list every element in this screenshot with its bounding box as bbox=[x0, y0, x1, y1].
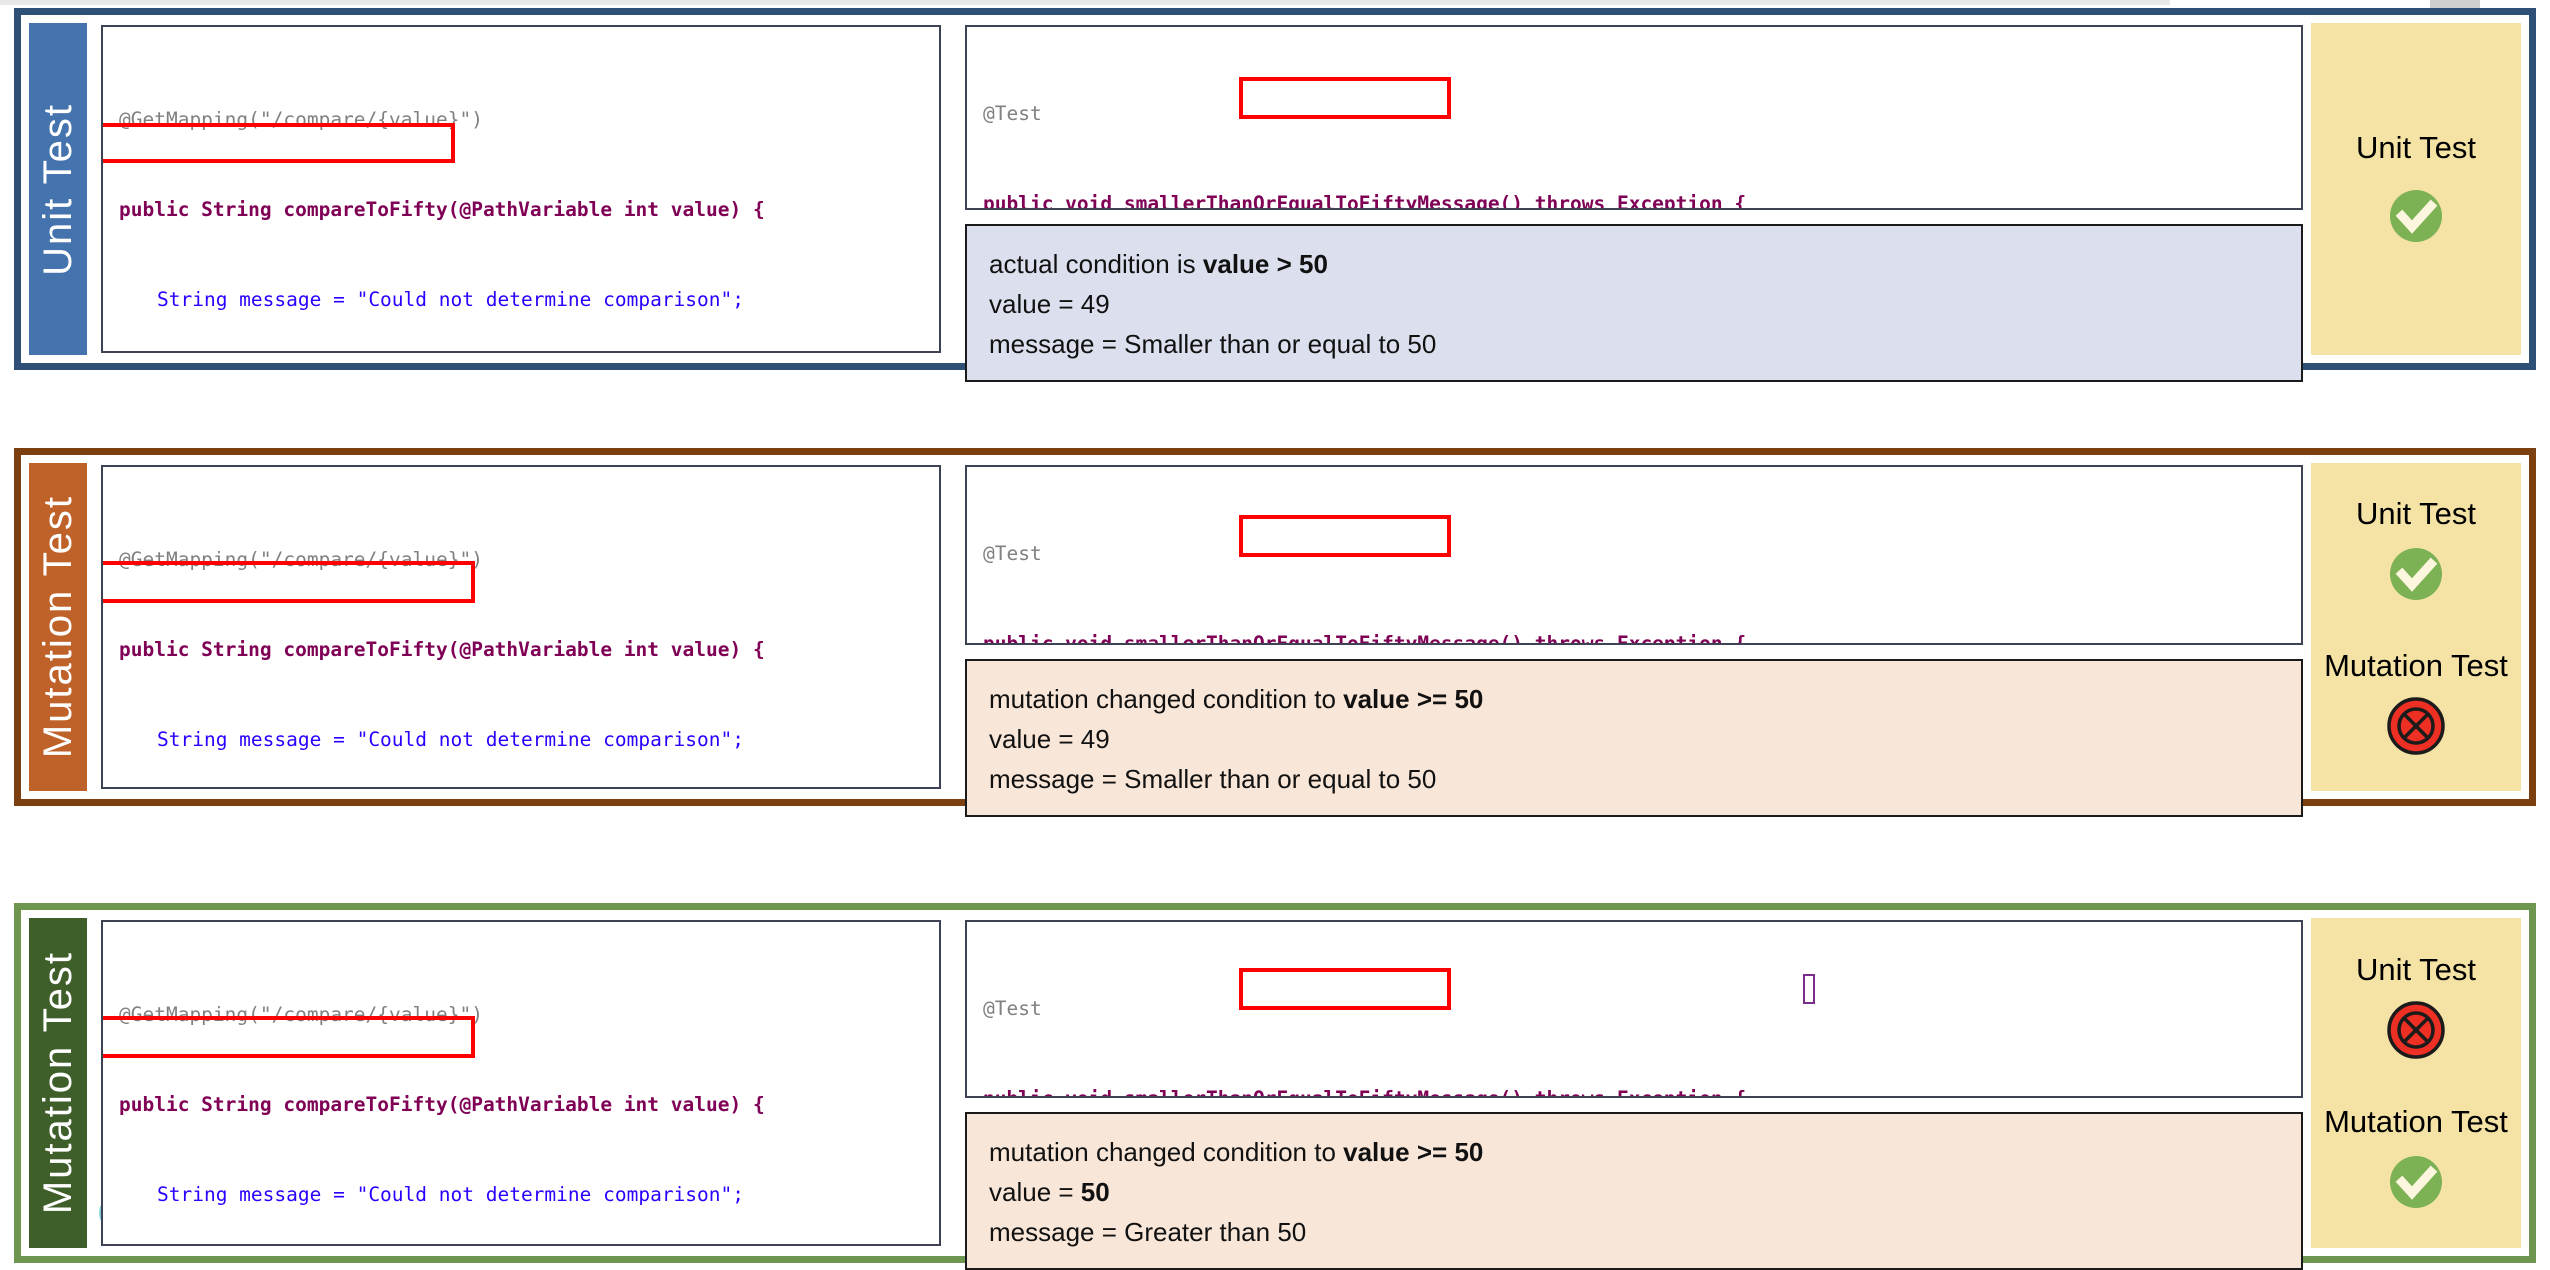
callout-box-1: actual condition is value > 50 value = 4… bbox=[965, 224, 2303, 382]
callout-box-3: mutation changed condition to value >= 5… bbox=[965, 1112, 2303, 1270]
status-label: Mutation Test bbox=[2324, 1104, 2508, 1139]
code-declare: String message = "Could not determine co… bbox=[157, 1183, 744, 1206]
source-code-box-3[interactable]: @GetMapping("/compare/{value}") public S… bbox=[101, 920, 941, 1246]
top-sliver-left bbox=[0, 0, 2170, 5]
source-column-1: @GetMapping("/compare/{value}") public S… bbox=[101, 25, 941, 353]
test-code-box-2[interactable]: @Test public void smallerThanOrEqualToFi… bbox=[965, 465, 2303, 645]
test-signature: public void smallerThanOrEqualToFiftyMes… bbox=[983, 632, 1747, 645]
callout-line1-bold: value > 50 bbox=[1202, 249, 1328, 279]
status-card-3: Unit Test Mutation Test bbox=[2311, 918, 2521, 1248]
status-entry: Unit Test bbox=[2356, 496, 2476, 606]
code-line: @GetMapping("/compare/{value}") bbox=[119, 545, 925, 575]
callout-line1-bold: value >= 50 bbox=[1343, 684, 1484, 714]
code-line: String message = "Could not determine co… bbox=[119, 1180, 925, 1210]
callout-line2-bold: 50 bbox=[1080, 1177, 1110, 1207]
check-circle-icon bbox=[2389, 190, 2442, 242]
panel-strip-label-3: Mutation Test bbox=[29, 918, 87, 1248]
callout-line-3: message = Greater than 50 bbox=[989, 1217, 1307, 1247]
test-column-3: @Test public void smallerThanOrEqualToFi… bbox=[965, 920, 2303, 1270]
code-line: @GetMapping("/compare/{value}") bbox=[119, 105, 925, 135]
code-line: public void smallerThanOrEqualToFiftyMes… bbox=[983, 1084, 2287, 1096]
test-code-box-3[interactable]: @Test public void smallerThanOrEqualToFi… bbox=[965, 920, 2303, 1098]
callout-line1-bold: value >= 50 bbox=[1343, 1137, 1484, 1167]
code-signature: public String compareToFifty(@PathVariab… bbox=[119, 1093, 765, 1116]
status-label: Unit Test bbox=[2355, 130, 2477, 165]
status-entry: Unit Test bbox=[2356, 130, 2476, 248]
strip-text: Unit Test bbox=[36, 102, 80, 276]
panel-body-1: @GetMapping("/compare/{value}") public S… bbox=[87, 15, 2311, 382]
no-entry-cross-icon bbox=[2387, 697, 2445, 755]
callout-line-2: value = 49 bbox=[989, 289, 1110, 319]
check-circle-icon bbox=[2389, 548, 2442, 600]
panel-strip-label-1: Unit Test bbox=[29, 23, 87, 355]
code-line: @GetMapping("/compare/{value}") bbox=[119, 1000, 925, 1030]
code-signature: public String compareToFifty(@PathVariab… bbox=[119, 638, 765, 661]
code-declare: String message = "Could not determine co… bbox=[157, 288, 744, 311]
callout-line-3: message = Smaller than or equal to 50 bbox=[989, 764, 1437, 794]
panel-body-3: |◀ @GetMapping("/compare/{value}") publi… bbox=[87, 910, 2311, 1270]
no-entry-cross-icon bbox=[2387, 1001, 2445, 1059]
test-annotation: @Test bbox=[983, 102, 1042, 125]
panel-body-2: @GetMapping("/compare/{value}") public S… bbox=[87, 455, 2311, 817]
status-entry: Mutation Test bbox=[2324, 648, 2508, 758]
code-line: public String compareToFifty(@PathVariab… bbox=[119, 635, 925, 665]
code-line: public void smallerThanOrEqualToFiftyMes… bbox=[983, 629, 2287, 645]
callout-line2-prefix: value = bbox=[989, 1177, 1081, 1207]
test-annotation: @Test bbox=[983, 997, 1042, 1020]
test-annotation: @Test bbox=[983, 542, 1042, 565]
status-label: Unit Test bbox=[2355, 952, 2477, 987]
callout-line1-prefix: mutation changed condition to bbox=[989, 684, 1344, 714]
panel-unit-test: Unit Test @GetMapping("/compare/{value}"… bbox=[14, 8, 2536, 382]
status-card-1: Unit Test bbox=[2311, 23, 2521, 355]
callout-line-1: mutation changed condition to value >= 5… bbox=[989, 679, 2279, 719]
test-column-1: @Test public void smallerThanOrEqualToFi… bbox=[965, 25, 2303, 382]
code-line: @Test bbox=[983, 539, 2287, 569]
check-circle-icon bbox=[2390, 1156, 2442, 1208]
callout-line-1: actual condition is value > 50 bbox=[989, 244, 2279, 284]
code-annotation: @GetMapping("/compare/{value}") bbox=[119, 548, 483, 571]
source-column-3: |◀ @GetMapping("/compare/{value}") publi… bbox=[99, 920, 941, 1246]
code-declare: String message = "Could not determine co… bbox=[157, 728, 744, 751]
code-line: @Test bbox=[983, 99, 2287, 129]
code-line: @Test bbox=[983, 994, 2287, 1024]
code-line: String message = "Could not determine co… bbox=[119, 285, 925, 315]
status-entry: Mutation Test bbox=[2324, 1104, 2508, 1214]
panel-strip-label-2: Mutation Test bbox=[29, 463, 87, 791]
panel-mutation-test-killed: Mutation Test @GetMapping("/compare/{val… bbox=[14, 448, 2536, 817]
status-label: Mutation Test bbox=[2324, 648, 2508, 683]
source-code-box-1[interactable]: @GetMapping("/compare/{value}") public S… bbox=[101, 25, 941, 353]
code-line: public String compareToFifty(@PathVariab… bbox=[119, 1090, 925, 1120]
test-signature: public void smallerThanOrEqualToFiftyMes… bbox=[983, 192, 1747, 210]
strip-text: Mutation Test bbox=[36, 951, 80, 1215]
test-code-box-1[interactable]: @Test public void smallerThanOrEqualToFi… bbox=[965, 25, 2303, 210]
callout-line-3: message = Smaller than or equal to 50 bbox=[989, 329, 1437, 359]
code-annotation: @GetMapping("/compare/{value}") bbox=[119, 1003, 483, 1026]
code-line: public void smallerThanOrEqualToFiftyMes… bbox=[983, 189, 2287, 210]
code-line: public String compareToFifty(@PathVariab… bbox=[119, 195, 925, 225]
callout-line-2: value = 49 bbox=[989, 724, 1110, 754]
test-signature: public void smallerThanOrEqualToFiftyMes… bbox=[983, 1087, 1746, 1096]
panel-mutation-test-passed: Mutation Test |◀ @GetMapping("/compare/{… bbox=[14, 903, 2536, 1270]
source-code-box-2[interactable]: @GetMapping("/compare/{value}") public S… bbox=[101, 465, 941, 789]
status-entry: Unit Test bbox=[2356, 952, 2476, 1062]
slide-canvas: Unit Test @GetMapping("/compare/{value}"… bbox=[0, 0, 2550, 1270]
source-column-2: @GetMapping("/compare/{value}") public S… bbox=[101, 465, 941, 789]
strip-text: Mutation Test bbox=[36, 495, 80, 759]
callout-box-2: mutation changed condition to value >= 5… bbox=[965, 659, 2303, 817]
callout-line-1: mutation changed condition to value >= 5… bbox=[989, 1132, 2279, 1172]
callout-line-2: value = 50 bbox=[989, 1172, 2279, 1212]
status-label: Unit Test bbox=[2355, 496, 2477, 531]
code-line: String message = "Could not determine co… bbox=[119, 725, 925, 755]
code-signature: public String compareToFifty(@PathVariab… bbox=[119, 198, 765, 221]
status-card-2: Unit Test Mutation Test bbox=[2311, 463, 2521, 791]
code-annotation: @GetMapping("/compare/{value}") bbox=[119, 108, 483, 131]
callout-line1-prefix: mutation changed condition to bbox=[989, 1137, 1344, 1167]
test-column-2: @Test public void smallerThanOrEqualToFi… bbox=[965, 465, 2303, 817]
callout-line1-prefix: actual condition is bbox=[989, 249, 1203, 279]
